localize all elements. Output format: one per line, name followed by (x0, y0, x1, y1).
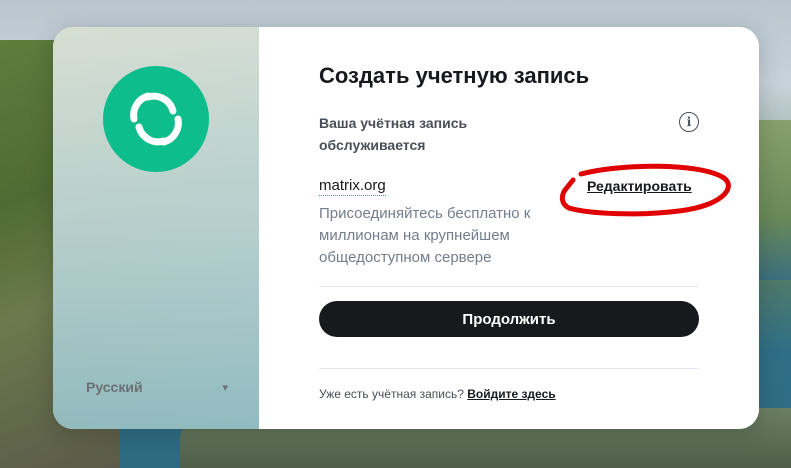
info-icon[interactable]: i (679, 112, 699, 132)
element-logo-icon (130, 92, 182, 146)
login-link[interactable]: Войдите здесь (467, 387, 555, 401)
language-label: Русский (86, 379, 143, 395)
element-logo (103, 66, 209, 172)
server-name: matrix.org (319, 177, 386, 196)
language-selector[interactable]: Русский ▾ (86, 376, 228, 398)
divider (319, 368, 699, 369)
auth-sidebar: Русский ▾ (53, 27, 259, 429)
login-prompt: Уже есть учётная запись? Войдите здесь (319, 387, 556, 401)
server-label: Ваша учётная запись обслуживается (319, 115, 468, 153)
continue-button[interactable]: Продолжить (319, 301, 699, 337)
server-description: Присоединяйтесь бесплатно к миллионам на… (319, 205, 531, 266)
auth-main: Создать учетную запись Ваша учётная запи… (259, 27, 759, 429)
page-title: Создать учетную запись (319, 63, 590, 88)
auth-card: Русский ▾ Создать учетную запись Ваша уч… (53, 27, 759, 429)
divider (319, 286, 699, 287)
chevron-down-icon: ▾ (222, 381, 228, 394)
red-circle-annotation (559, 163, 731, 217)
have-account-text: Уже есть учётная запись? (319, 387, 464, 401)
